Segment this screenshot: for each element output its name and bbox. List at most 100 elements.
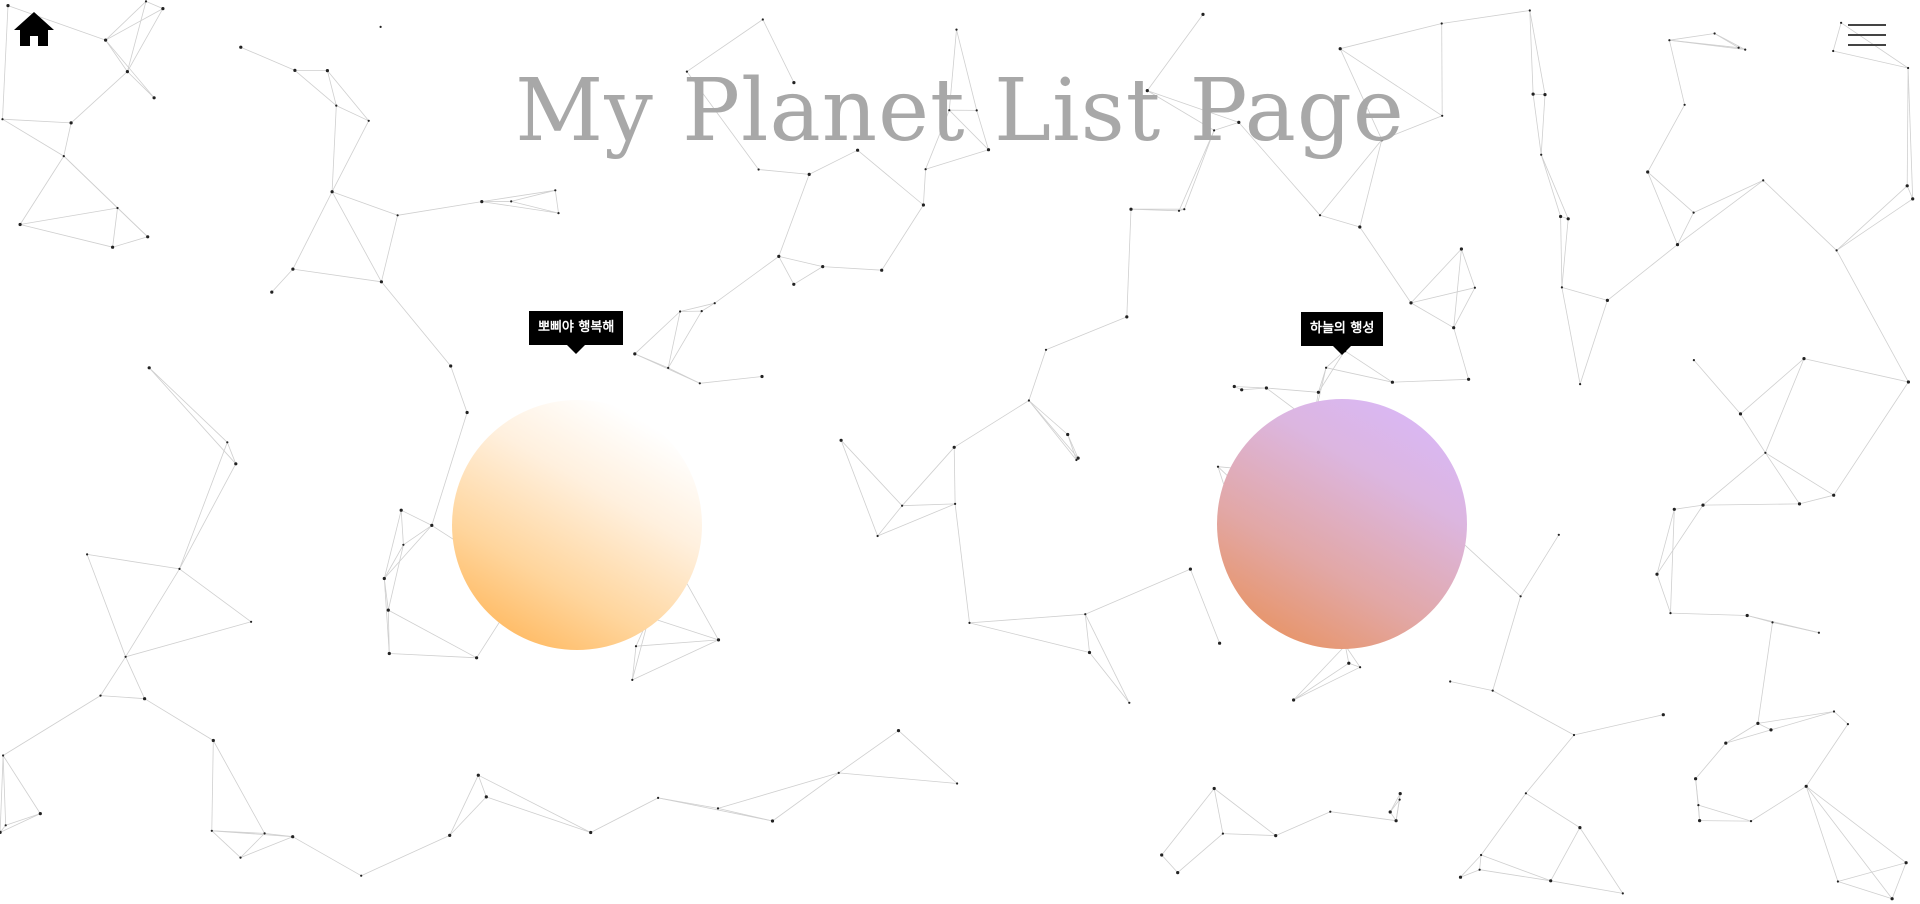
network-line <box>1190 568 1220 644</box>
planet-poppy[interactable] <box>452 400 702 650</box>
network-line <box>1084 614 1130 703</box>
network-dot <box>1566 217 1570 221</box>
network-line <box>1669 39 1739 49</box>
network-line <box>389 653 477 659</box>
network-dot <box>1724 741 1728 745</box>
planet-sky[interactable] <box>1217 399 1467 649</box>
network-dot <box>1480 853 1483 857</box>
network-dot <box>1646 170 1650 174</box>
network-dot <box>1661 713 1665 717</box>
network-line <box>148 367 228 443</box>
network-line <box>1573 714 1664 736</box>
network-line <box>401 509 432 526</box>
network-line <box>1702 503 1800 506</box>
network-line <box>331 191 398 216</box>
network-line <box>1344 350 1393 383</box>
network-line <box>701 302 715 312</box>
network-line <box>0 813 41 833</box>
network-dot <box>161 7 165 11</box>
network-dot <box>1835 249 1838 252</box>
network-dot <box>430 523 434 528</box>
network-line <box>1725 729 1772 744</box>
network-line <box>2 695 101 756</box>
network-line <box>19 155 65 225</box>
network-line <box>1319 214 1360 228</box>
network-line <box>1579 827 1624 894</box>
network-dot <box>1188 567 1192 571</box>
network-line <box>1085 568 1191 615</box>
network-dot <box>1264 386 1268 390</box>
network-line <box>1348 662 1361 668</box>
network-dot <box>589 830 593 835</box>
network-line <box>1213 788 1224 834</box>
network-line <box>381 215 398 282</box>
network-line <box>667 311 681 368</box>
home-button[interactable] <box>12 10 56 48</box>
network-dot <box>144 0 148 3</box>
network-line <box>758 169 810 175</box>
network-dot <box>1491 689 1494 692</box>
planet-tooltip: 뽀삐야 행복해 <box>529 311 624 354</box>
network-line <box>125 621 252 658</box>
network-line <box>667 310 703 369</box>
network-line <box>1460 854 1482 878</box>
network-line <box>1762 180 1837 251</box>
network-line <box>1747 615 1819 634</box>
network-dot <box>1359 666 1362 669</box>
network-dot <box>921 203 926 207</box>
network-dot <box>1388 810 1392 814</box>
network-line <box>1836 185 1908 251</box>
network-line <box>1492 690 1575 736</box>
network-line <box>1410 248 1462 304</box>
network-dot <box>955 28 958 31</box>
network-line <box>1702 452 1766 506</box>
network-dot <box>239 45 243 49</box>
network-line <box>388 609 477 659</box>
network-line <box>1461 248 1476 288</box>
network-line <box>1450 681 1493 691</box>
network-dot <box>1478 868 1481 871</box>
network-line <box>1130 208 1180 212</box>
network-dot <box>475 656 479 660</box>
network-line <box>2 755 7 826</box>
network-dot <box>386 608 390 612</box>
home-icon <box>14 12 54 46</box>
network-dot <box>1669 612 1672 615</box>
network-dot <box>1409 301 1413 305</box>
network-line <box>148 367 237 465</box>
network-line <box>648 616 719 641</box>
network-line <box>1805 723 1849 787</box>
network-dot <box>1201 12 1205 16</box>
network-line <box>387 610 390 654</box>
network-line <box>387 544 404 611</box>
network-dot <box>1160 853 1164 857</box>
network-line <box>331 191 382 282</box>
network-dot <box>1128 701 1131 704</box>
network-dot <box>0 830 2 834</box>
network-line <box>403 525 433 546</box>
network-dot <box>476 773 480 777</box>
network-line <box>699 376 763 384</box>
network-dot <box>1221 832 1224 835</box>
network-dot <box>667 366 670 369</box>
network-line <box>631 646 637 680</box>
network-dot <box>116 206 119 210</box>
network-line <box>292 268 382 283</box>
network-line <box>481 189 556 202</box>
network-dot <box>1675 243 1680 247</box>
network-dot <box>1756 721 1760 726</box>
hamburger-menu-icon-bar <box>1848 24 1886 26</box>
network-line <box>1677 180 1764 245</box>
network-dot <box>716 638 721 642</box>
network-dot <box>1836 880 1839 883</box>
network-dot <box>1904 861 1908 865</box>
network-line <box>1833 381 1909 496</box>
network-dot <box>952 445 956 449</box>
network-line <box>292 191 333 270</box>
network-line <box>1770 711 1835 731</box>
network-dot <box>554 189 557 192</box>
network-dot <box>143 697 147 701</box>
network-line <box>1480 854 1551 882</box>
network-line <box>1293 666 1361 701</box>
hamburger-menu-button[interactable] <box>1848 22 1890 48</box>
